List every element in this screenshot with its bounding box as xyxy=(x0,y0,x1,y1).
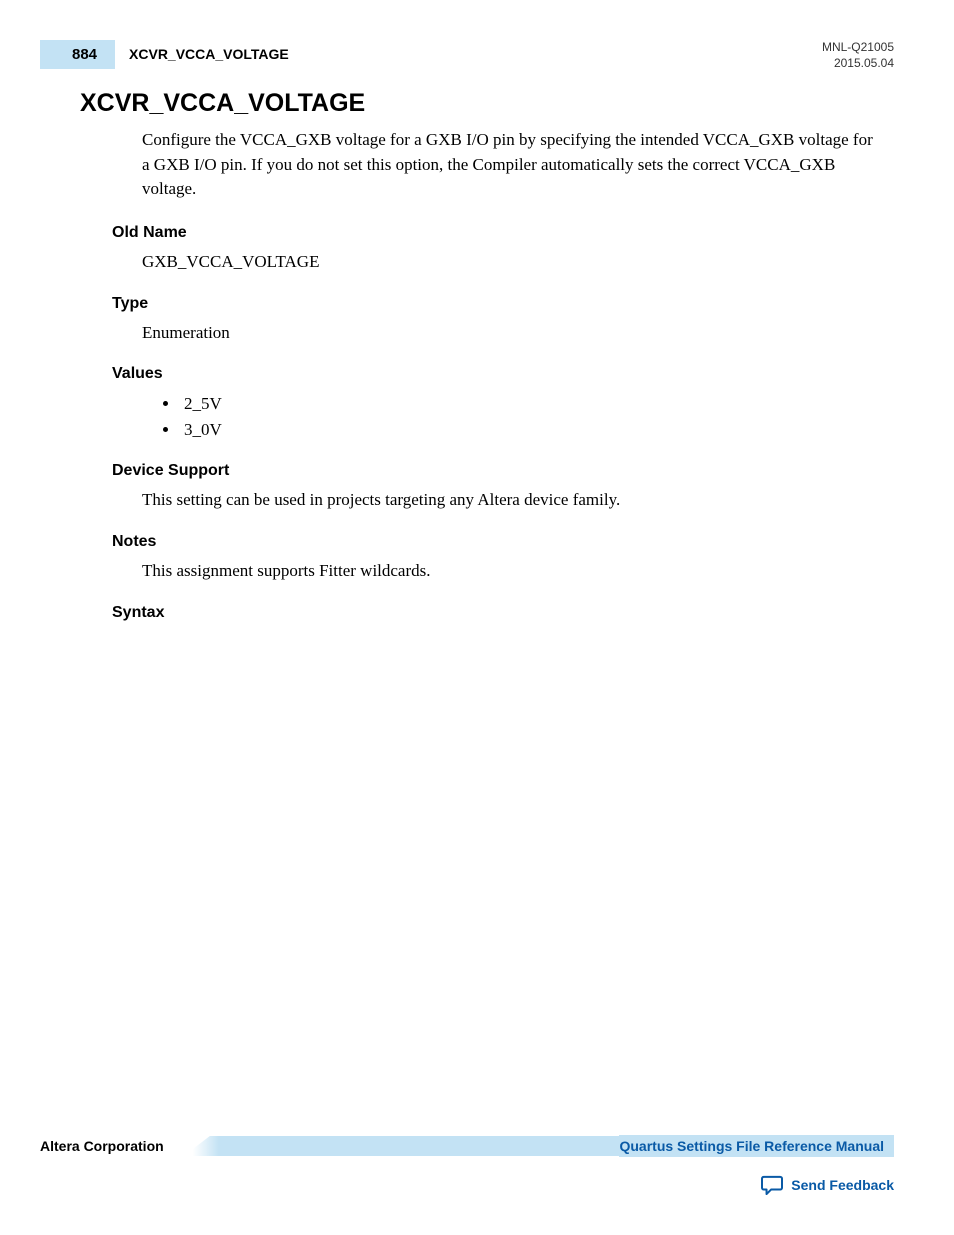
notes-value: This assignment supports Fitter wildcard… xyxy=(142,559,874,584)
feedback-label: Send Feedback xyxy=(791,1177,894,1193)
footer-decoration xyxy=(184,1136,620,1156)
feedback-icon xyxy=(761,1175,783,1195)
old-name-heading: Old Name xyxy=(112,224,874,242)
type-value: Enumeration xyxy=(142,321,874,346)
notes-heading: Notes xyxy=(112,533,874,551)
footer-bar: Altera Corporation Quartus Settings File… xyxy=(40,1135,894,1157)
values-list: 2_5V 3_0V xyxy=(180,391,874,442)
list-item: 2_5V xyxy=(180,391,874,417)
page-number: 884 xyxy=(40,40,115,69)
values-heading: Values xyxy=(112,365,874,383)
feedback-link[interactable]: Send Feedback xyxy=(40,1175,894,1195)
list-item: 3_0V xyxy=(180,417,874,443)
doc-id: MNL-Q21005 xyxy=(822,40,894,56)
doc-meta: MNL-Q21005 2015.05.04 xyxy=(822,40,894,71)
running-title: XCVR_VCCA_VOLTAGE xyxy=(115,40,822,62)
device-support-value: This setting can be used in projects tar… xyxy=(142,488,874,513)
syntax-heading: Syntax xyxy=(112,604,874,622)
doc-date: 2015.05.04 xyxy=(822,56,894,72)
old-name-value: GXB_VCCA_VOLTAGE xyxy=(142,250,874,275)
type-heading: Type xyxy=(112,295,874,313)
company-name: Altera Corporation xyxy=(40,1138,184,1154)
manual-link[interactable]: Quartus Settings File Reference Manual xyxy=(619,1135,894,1157)
page-footer: Altera Corporation Quartus Settings File… xyxy=(40,1135,894,1195)
description-text: Configure the VCCA_GXB voltage for a GXB… xyxy=(142,128,874,202)
page-title: XCVR_VCCA_VOLTAGE xyxy=(80,89,874,118)
page-header: 884 XCVR_VCCA_VOLTAGE MNL-Q21005 2015.05… xyxy=(0,0,954,71)
main-content: XCVR_VCCA_VOLTAGE Configure the VCCA_GXB… xyxy=(0,71,954,621)
device-support-heading: Device Support xyxy=(112,462,874,480)
